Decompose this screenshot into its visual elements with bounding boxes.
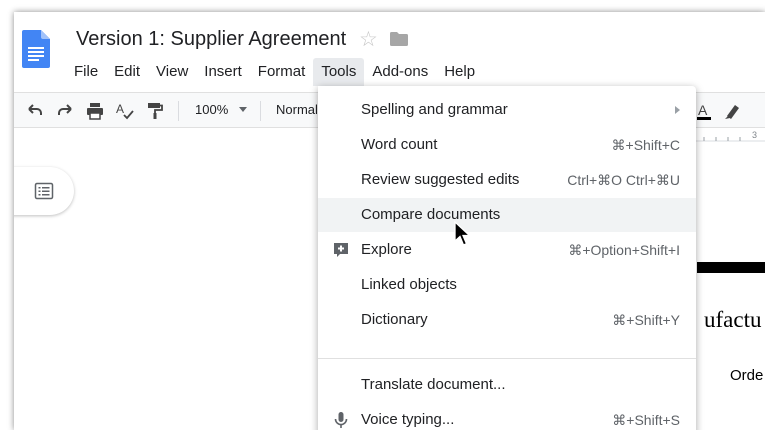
menu-item-compare-documents[interactable]: Compare documents — [318, 198, 696, 232]
submenu-arrow-icon — [675, 106, 680, 114]
menu-item-voice-typing[interactable]: Voice typing... ⌘+Shift+S — [318, 403, 696, 430]
menu-item-spelling-grammar[interactable]: Spelling and grammar — [318, 93, 696, 127]
redo-icon[interactable] — [55, 101, 75, 121]
menu-item-explore[interactable]: Explore ⌘+Option+Shift+I — [318, 233, 696, 267]
menu-item-label: Linked objects — [361, 276, 457, 293]
spellcheck-icon[interactable]: A — [115, 101, 135, 121]
print-icon[interactable] — [85, 101, 105, 121]
menu-item-shortcut: ⌘+Option+Shift+I — [568, 242, 680, 258]
menu-add-ons[interactable]: Add-ons — [364, 58, 436, 86]
text-color-icon[interactable]: A — [694, 101, 714, 121]
menu-edit[interactable]: Edit — [106, 58, 148, 86]
toolbar-separator — [178, 101, 179, 121]
microphone-icon — [334, 412, 348, 428]
menu-divider — [318, 358, 696, 359]
undo-icon[interactable] — [25, 101, 45, 121]
svg-text:A: A — [116, 102, 124, 116]
menu-item-shortcut: Ctrl+⌘O Ctrl+⌘U — [567, 172, 680, 188]
menu-item-shortcut: ⌘+Shift+S — [612, 412, 680, 428]
zoom-caret-icon[interactable] — [239, 107, 247, 112]
menu-item-label: Explore — [361, 241, 412, 258]
mouse-cursor-icon — [454, 221, 472, 246]
menu-view[interactable]: View — [148, 58, 196, 86]
star-icon[interactable]: ☆ — [359, 27, 378, 52]
paint-format-icon[interactable] — [145, 101, 165, 121]
menu-item-dictionary[interactable]: Dictionary ⌘+Shift+Y — [318, 303, 696, 337]
menu-item-word-count[interactable]: Word count ⌘+Shift+C — [318, 128, 696, 162]
svg-text:A: A — [698, 102, 708, 118]
menu-item-label: Spelling and grammar — [361, 101, 508, 118]
zoom-select[interactable]: 100% — [195, 102, 228, 117]
menu-insert[interactable]: Insert — [196, 58, 250, 86]
tools-dropdown-menu: Spelling and grammar Word count ⌘+Shift+… — [318, 86, 696, 430]
folder-icon[interactable] — [390, 32, 408, 46]
google-docs-logo-icon[interactable] — [22, 30, 50, 68]
menu-item-review-suggested-edits[interactable]: Review suggested edits Ctrl+⌘O Ctrl+⌘U — [318, 163, 696, 197]
menu-file[interactable]: File — [66, 58, 106, 86]
menu-item-label: Voice typing... — [361, 411, 455, 428]
menu-item-translate-document[interactable]: Translate document... — [318, 368, 696, 402]
menu-item-label: Translate document... — [361, 376, 506, 393]
page-heading-text[interactable]: ufactu — [704, 307, 761, 333]
menu-item-linked-objects[interactable]: Linked objects — [318, 268, 696, 302]
menubar: File Edit View Insert Format Tools Add-o… — [66, 58, 483, 86]
menu-item-label: Word count — [361, 136, 438, 153]
explore-plus-icon — [334, 243, 348, 257]
menu-item-shortcut: ⌘+Shift+Y — [612, 312, 680, 328]
menu-tools[interactable]: Tools — [313, 58, 365, 86]
menu-item-label: Review suggested edits — [361, 171, 520, 188]
paragraph-style-select[interactable]: Normal — [276, 102, 318, 117]
app-window: Version 1: Supplier Agreement ☆ File Edi… — [14, 12, 765, 430]
menu-help[interactable]: Help — [436, 58, 483, 86]
document-title[interactable]: Version 1: Supplier Agreement — [76, 28, 346, 51]
ruler-label: 3 — [752, 130, 758, 140]
menu-item-label: Dictionary — [361, 311, 428, 328]
menu-item-label: Compare documents — [361, 206, 501, 223]
page-body-text[interactable]: Orde — [730, 367, 763, 384]
horizontal-rule — [697, 262, 765, 273]
toolbar-separator — [260, 101, 261, 121]
menu-format[interactable]: Format — [250, 58, 314, 86]
menu-item-shortcut: ⌘+Shift+C — [611, 137, 680, 153]
document-outline-button[interactable] — [14, 167, 74, 215]
highlight-pen-icon[interactable] — [722, 101, 742, 121]
outline-list-icon — [34, 182, 54, 200]
